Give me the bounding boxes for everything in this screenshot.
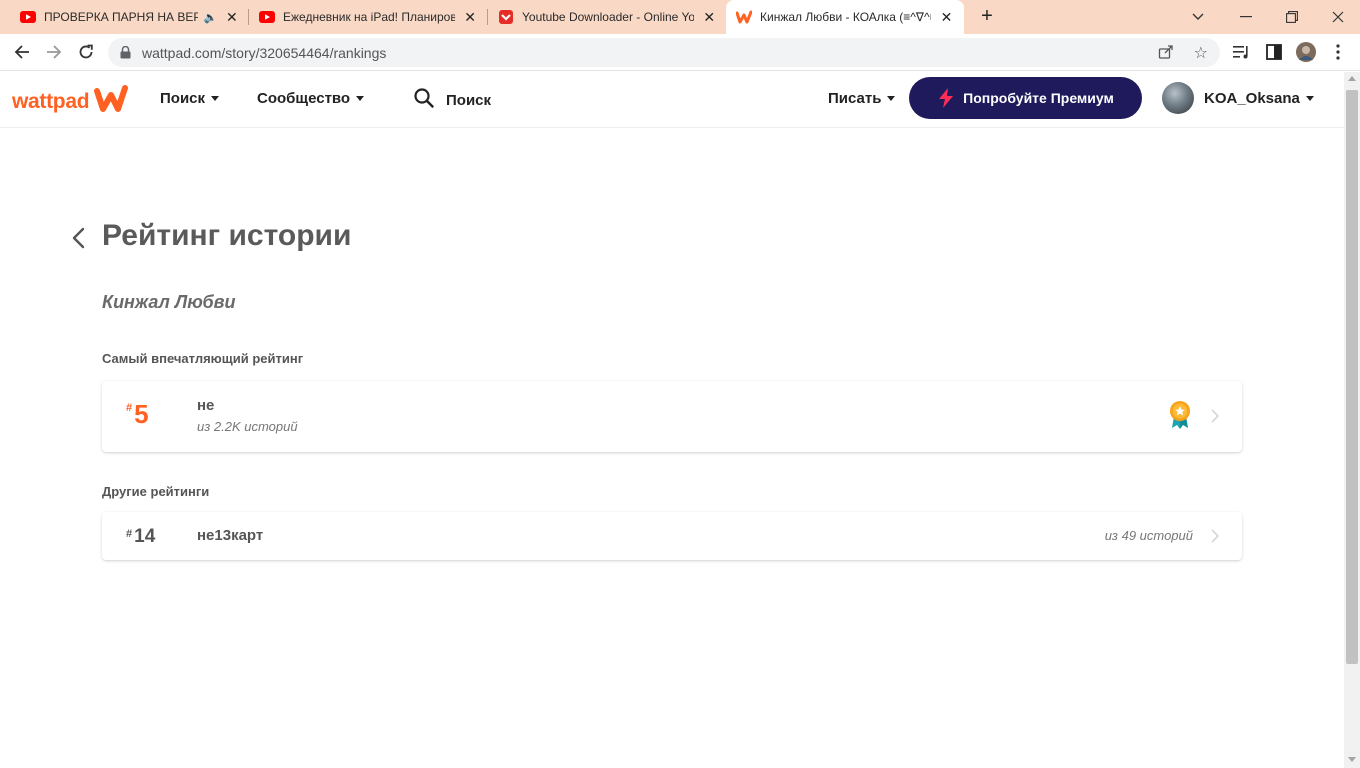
ranking-card[interactable]: #14 не13карт из 49 историй xyxy=(102,512,1242,560)
tab-title: Кинжал Любви - КОАлка (≡^∇^≡) xyxy=(760,10,931,24)
caret-down-icon xyxy=(356,96,365,101)
back-arrow-icon[interactable] xyxy=(8,38,36,66)
other-rankings-heading: Другие рейтинги xyxy=(102,484,210,499)
caret-down-icon xyxy=(211,96,220,101)
browse-menu[interactable]: Поиск xyxy=(160,90,220,107)
tab-title: Ежедневник на iPad! Планирование xyxy=(283,10,456,24)
profile-avatar[interactable] xyxy=(1296,42,1316,62)
kebab-menu-icon[interactable] xyxy=(1328,42,1348,62)
wattpad-logo[interactable]: wattpad xyxy=(12,84,129,119)
bookmark-star-icon[interactable]: ☆ xyxy=(1194,43,1208,63)
chevron-right-icon xyxy=(1210,529,1220,543)
wattpad-w-icon xyxy=(93,84,129,119)
chevron-right-icon xyxy=(1210,409,1220,423)
best-ranking-heading: Самый впечатляющий рейтинг xyxy=(102,351,304,366)
caret-down-icon xyxy=(1305,95,1314,101)
restore-button[interactable] xyxy=(1270,0,1314,34)
close-tab-icon[interactable]: ✕ xyxy=(226,9,238,25)
username: KOA_Oksana xyxy=(1204,89,1300,107)
browser-tab[interactable]: Ежедневник на iPad! Планирование ✕ xyxy=(249,0,487,34)
scrollbar-thumb[interactable] xyxy=(1346,90,1358,664)
speaker-icon[interactable]: 🔈 xyxy=(204,11,218,24)
tab-title: ПРОВЕРКА ПАРНЯ НА ВЕРНОСТЬ xyxy=(44,10,198,24)
browse-menu-label: Поиск xyxy=(160,90,206,107)
browser-tab-active[interactable]: Кинжал Любви - КОАлка (≡^∇^≡) ✕ xyxy=(726,0,964,34)
site-header: wattpad Поиск Сообщество Поиск Писать По… xyxy=(0,72,1344,128)
ranking-tag: не xyxy=(197,397,215,414)
wattpad-icon xyxy=(736,9,752,25)
community-menu[interactable]: Сообщество xyxy=(257,90,365,107)
search-label: Поиск xyxy=(446,91,492,109)
browser-tab-strip: ПРОВЕРКА ПАРНЯ НА ВЕРНОСТЬ 🔈 ✕ Ежедневни… xyxy=(0,0,1360,34)
browser-tab[interactable]: Youtube Downloader - Online Youtube ✕ xyxy=(488,0,726,34)
rank-value: 5 xyxy=(134,399,149,429)
new-tab-button[interactable]: + xyxy=(976,5,998,27)
minimize-button[interactable] xyxy=(1224,0,1268,34)
ranking-total: из 2.2K историй xyxy=(197,419,298,434)
lock-icon[interactable] xyxy=(120,46,134,59)
page-scrollbar[interactable] xyxy=(1344,72,1360,768)
close-tab-icon[interactable]: ✕ xyxy=(939,9,954,25)
rank-value: 14 xyxy=(134,526,156,547)
user-menu[interactable]: KOA_Oksana xyxy=(1162,82,1314,114)
header-search[interactable]: Поиск xyxy=(414,88,491,112)
write-menu-label: Писать xyxy=(828,90,882,107)
ranking-total: из 49 историй xyxy=(1104,528,1193,543)
url-text[interactable]: wattpad.com/story/320654464/rankings xyxy=(142,45,386,61)
rank-hash: # xyxy=(126,528,133,540)
story-title-link[interactable]: Кинжал Любви xyxy=(102,292,236,313)
write-menu[interactable]: Писать xyxy=(828,90,896,107)
lightning-bolt-icon xyxy=(937,88,955,108)
rank-number: #5 xyxy=(126,399,149,430)
search-icon xyxy=(414,88,434,112)
community-menu-label: Сообщество xyxy=(257,90,351,107)
user-avatar xyxy=(1162,82,1194,114)
logo-wordmark: wattpad xyxy=(12,89,90,113)
scroll-up-arrow-icon[interactable] xyxy=(1348,76,1356,81)
premium-button-label: Попробуйте Премиум xyxy=(963,90,1114,106)
medal-icon xyxy=(1168,400,1192,435)
page-title: Рейтинг истории xyxy=(102,219,352,252)
close-tab-icon[interactable]: ✕ xyxy=(463,9,477,25)
share-icon[interactable] xyxy=(1158,44,1174,65)
address-bar[interactable]: wattpad.com/story/320654464/rankings ☆ xyxy=(108,38,1220,67)
reload-icon[interactable] xyxy=(72,38,100,66)
try-premium-button[interactable]: Попробуйте Премиум xyxy=(909,77,1142,119)
scroll-down-arrow-icon[interactable] xyxy=(1348,757,1356,762)
forward-arrow-icon[interactable] xyxy=(40,38,68,66)
back-chevron-icon[interactable] xyxy=(66,224,90,252)
browser-toolbar: wattpad.com/story/320654464/rankings ☆ xyxy=(0,34,1360,71)
best-ranking-card[interactable]: #5 не из 2.2K историй xyxy=(102,381,1242,452)
media-control-icon[interactable] xyxy=(1232,42,1252,62)
youtube-icon xyxy=(259,9,275,25)
tab-search-icon[interactable] xyxy=(1176,0,1220,34)
browser-tab[interactable]: ПРОВЕРКА ПАРНЯ НА ВЕРНОСТЬ 🔈 ✕ xyxy=(0,0,248,34)
rank-number: #14 xyxy=(126,526,155,548)
caret-down-icon xyxy=(887,96,896,101)
youtube-icon xyxy=(20,9,36,25)
downloader-icon xyxy=(498,9,514,25)
side-panel-icon[interactable] xyxy=(1264,42,1284,62)
tab-title: Youtube Downloader - Online Youtube xyxy=(522,10,695,24)
close-tab-icon[interactable]: ✕ xyxy=(702,9,716,25)
close-window-button[interactable] xyxy=(1316,0,1360,34)
rank-hash: # xyxy=(126,402,133,414)
ranking-tag: не13карт xyxy=(197,527,264,544)
